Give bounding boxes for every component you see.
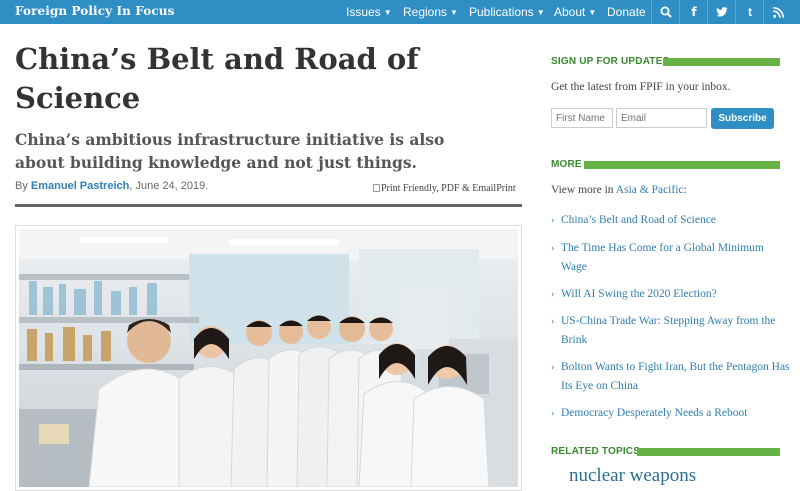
signup-heading: SIGN UP FOR UPDATES	[551, 56, 670, 67]
more-item-label: The Time Has Come for a Global Minimum W…	[561, 242, 764, 273]
chevron-down-icon: ▼	[383, 8, 392, 17]
nav-about-label: About	[554, 5, 586, 19]
more-intro-suffix: :	[683, 184, 687, 196]
twitter-icon[interactable]	[709, 0, 735, 24]
more-list-item[interactable]: › Democracy Desperately Needs a Reboot	[551, 404, 791, 423]
nav-issues-label: Issues	[346, 5, 381, 19]
print-friendly-button[interactable]: Print Friendly, PDF & EmailPrint	[373, 183, 516, 194]
article-title: China’s Belt and Road of Science	[15, 42, 419, 115]
print-alt-text: Print Friendly, PDF & Email	[381, 183, 497, 194]
first-name-field[interactable]	[551, 108, 613, 128]
more-list-item[interactable]: › Bolton Wants to Fight Iran, But the Pen…	[551, 358, 791, 396]
more-item-label: US-China Trade War: Stepping Away from t…	[561, 315, 776, 346]
more-intro-text: View more in	[551, 184, 614, 196]
article-byline: By Emanuel Pastreich, June 24, 2019.	[15, 180, 208, 192]
photo-illustration	[19, 229, 518, 487]
lab-scientists-photo	[19, 229, 518, 487]
chevron-down-icon: ▼	[450, 8, 458, 17]
tumblr-icon[interactable]: t	[737, 0, 763, 24]
broken-image-icon	[373, 184, 380, 192]
email-field[interactable]	[616, 108, 707, 128]
more-item-label: Will AI Swing the 2020 Election?	[561, 288, 717, 300]
more-heading-bar	[584, 161, 780, 169]
chevron-down-icon: ▼	[536, 8, 545, 17]
rss-icon[interactable]	[765, 0, 791, 24]
chevron-right-icon: ›	[551, 316, 555, 327]
more-list-item[interactable]: › China’s Belt and Road of Science	[551, 211, 791, 230]
nav-divider	[735, 0, 736, 24]
article-date: , June 24, 2019.	[129, 180, 209, 192]
byline-prefix: By	[15, 180, 28, 192]
nav-regions[interactable]: Regions ▼	[403, 5, 458, 19]
author-link[interactable]: Emanuel Pastreich	[31, 180, 129, 192]
signup-heading-bar	[663, 58, 780, 66]
search-icon[interactable]	[653, 0, 679, 24]
print-label: Print	[496, 183, 516, 194]
article-photo	[15, 225, 522, 491]
topic-link[interactable]: nuclear weapons	[569, 465, 696, 487]
chevron-right-icon: ›	[551, 362, 555, 373]
nav-divider	[763, 0, 764, 24]
more-item-label: Democracy Desperately Needs a Reboot	[561, 407, 748, 419]
related-heading-bar	[637, 448, 780, 456]
chevron-right-icon: ›	[551, 215, 555, 226]
subscribe-button[interactable]: Subscribe	[711, 108, 774, 129]
site-brand[interactable]: Foreign Policy In Focus	[15, 4, 174, 18]
more-list-item[interactable]: › US-China Trade War: Stepping Away from …	[551, 312, 791, 350]
nav-about[interactable]: About ▼	[554, 5, 596, 19]
article-subtitle: China’s ambitious infrastructure initiat…	[15, 130, 445, 172]
nav-regions-label: Regions	[403, 5, 448, 19]
more-item-label: Bolton Wants to Fight Iran, But the Pent…	[561, 361, 790, 392]
nav-divider	[679, 0, 680, 24]
facebook-icon[interactable]: f	[681, 0, 707, 24]
chevron-right-icon: ›	[551, 289, 555, 300]
nav-divider	[651, 0, 652, 24]
nav-publications[interactable]: Publications ▼	[469, 5, 545, 19]
top-navigation-bar: Foreign Policy In Focus Issues ▼ Regions ▼…	[0, 0, 800, 24]
nav-publications-label: Publications	[469, 5, 534, 19]
more-intro: View more in Asia & Pacific:	[551, 184, 687, 196]
more-list-item[interactable]: › The Time Has Come for a Global Minimum …	[551, 239, 791, 277]
chevron-right-icon: ›	[551, 408, 555, 419]
chevron-right-icon: ›	[551, 243, 555, 254]
title-divider	[15, 204, 522, 207]
signup-text: Get the latest from FPIF in your inbox.	[551, 81, 731, 93]
more-item-label: China’s Belt and Road of Science	[561, 214, 716, 226]
nav-donate-label: Donate	[607, 5, 646, 19]
more-list-item[interactable]: › Will AI Swing the 2020 Election?	[551, 285, 791, 304]
nav-issues[interactable]: Issues ▼	[346, 5, 392, 19]
nav-donate[interactable]: Donate	[607, 5, 646, 19]
related-topics-heading: RELATED TOPICS	[551, 446, 641, 457]
region-link[interactable]: Asia & Pacific	[616, 184, 684, 196]
chevron-down-icon: ▼	[588, 8, 597, 17]
more-heading: MORE	[551, 159, 582, 170]
nav-divider	[707, 0, 708, 24]
